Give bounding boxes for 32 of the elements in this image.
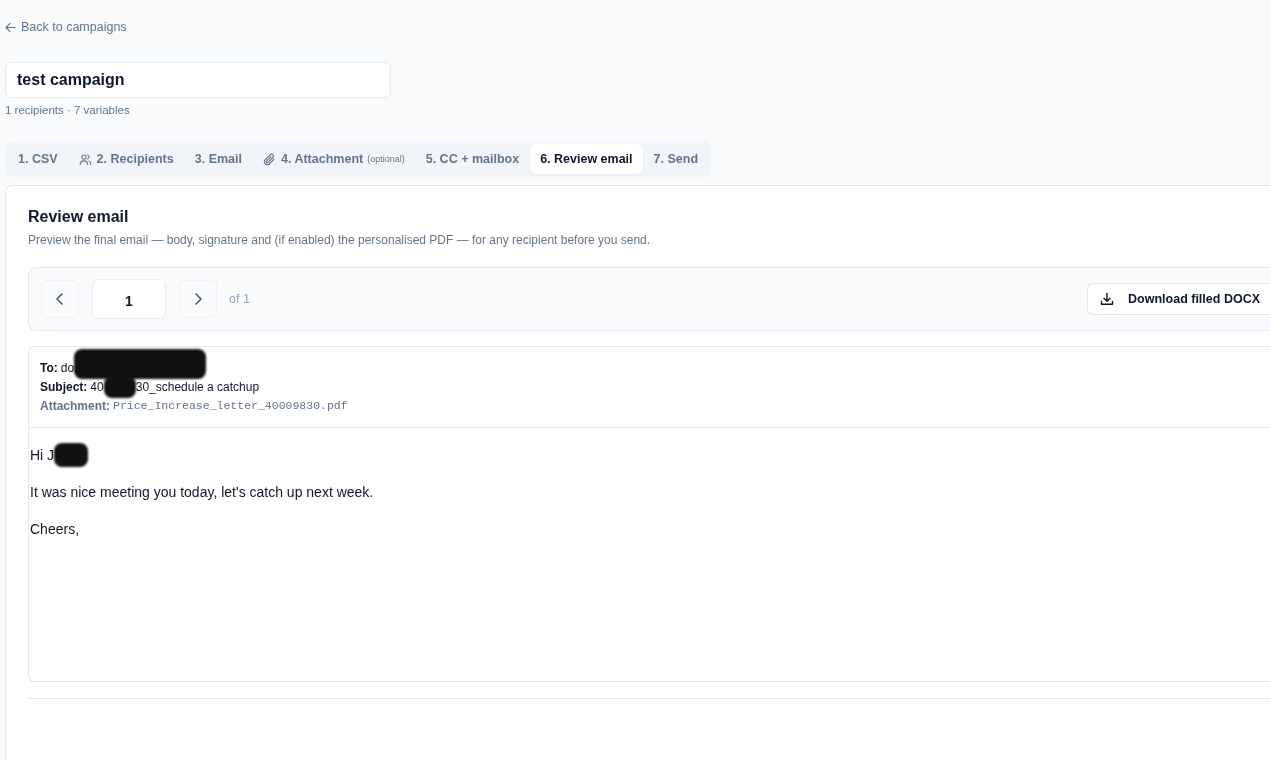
header-value: do xyxy=(60,360,75,375)
header-value: 40 xyxy=(90,379,104,394)
header-label: Subject: xyxy=(40,379,88,394)
previous-button[interactable] xyxy=(41,280,79,318)
email-text: Hi J xyxy=(30,447,55,463)
paperclip-icon xyxy=(263,152,276,166)
download-icon xyxy=(1100,292,1115,306)
redaction-mark xyxy=(54,443,89,467)
step-tab[interactable]: 5. CC + mailbox xyxy=(415,144,530,174)
step-tab[interactable]: 7. Send xyxy=(643,144,709,174)
page-total: of 1 xyxy=(229,292,250,306)
step-tab[interactable]: 3. Email xyxy=(184,144,252,174)
next-button[interactable] xyxy=(179,280,217,318)
campaign-summary: 1 recipients · 7 variables xyxy=(5,104,130,116)
header-label: To: xyxy=(40,360,58,375)
step-tab[interactable]: 4. Attachment (optional) xyxy=(253,144,415,174)
back-link[interactable]: Back to campaigns xyxy=(5,19,127,35)
email-text: Cheers, xyxy=(30,521,80,537)
page-number-field[interactable]: 1 xyxy=(92,279,166,319)
arrow-left-icon xyxy=(5,21,16,33)
step-tab[interactable]: 1. CSV xyxy=(8,144,68,174)
section-description: Preview the final email — body, signature and (if enabled) the personalised PDF — for any recipient before you send. xyxy=(28,233,651,247)
attachment-filename: Price_Increase_letter_40009830.pdf xyxy=(113,399,348,412)
header-value: 30_schedule a catchup xyxy=(135,379,260,394)
people-icon xyxy=(78,152,92,166)
email-text: It was nice meeting you today, let's catch up next week. xyxy=(30,484,374,500)
header-label: Attachment: xyxy=(40,398,110,413)
step-tab[interactable]: 2. Recipients xyxy=(68,144,184,174)
campaign-name-field[interactable]: test campaign xyxy=(5,62,391,98)
step-tab[interactable]: 6. Review email xyxy=(530,144,643,174)
download-button[interactable]: Download filled DOCX xyxy=(1087,283,1270,315)
section-title: Review email xyxy=(28,208,129,226)
